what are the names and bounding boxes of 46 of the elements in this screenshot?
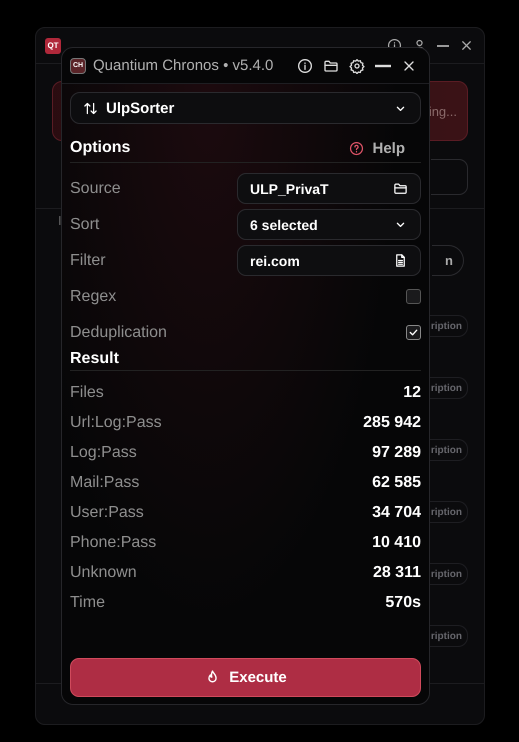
section-title: Options	[70, 139, 130, 157]
result-label: Files	[70, 384, 104, 402]
execute-button[interactable]: Execute	[70, 658, 421, 697]
minimize-icon[interactable]	[437, 44, 449, 46]
option-label: Filter	[70, 252, 106, 270]
result-value: 570s	[385, 594, 421, 612]
result-value: 12	[403, 384, 421, 402]
folder-icon	[393, 181, 408, 196]
filter-field[interactable]: rei.com	[237, 245, 421, 276]
result-value: 34 704	[372, 504, 421, 522]
result-label: Time	[70, 594, 105, 612]
help-button[interactable]: Help	[349, 140, 421, 156]
document-icon	[393, 253, 408, 268]
close-icon	[459, 38, 474, 53]
section-label: I	[58, 213, 62, 228]
app-logo: QT	[45, 38, 61, 54]
option-label: Deduplication	[70, 324, 167, 342]
folder-icon	[323, 58, 339, 74]
result-label: Mail:Pass	[70, 474, 140, 492]
sort-dropdown[interactable]: 6 selected	[237, 209, 421, 240]
source-field[interactable]: ULP_PrivaT	[237, 173, 421, 204]
checkbox[interactable]	[406, 289, 421, 304]
option-label: Regex	[70, 288, 116, 306]
sort-arrows-icon	[83, 100, 98, 116]
window-title: Quantium Chronos • v5.4.0	[93, 57, 274, 74]
check-icon	[408, 327, 419, 338]
result-label: Phone:Pass	[70, 534, 156, 552]
result-value: 28 311	[372, 564, 421, 582]
option-label: Sort	[70, 216, 100, 234]
result-label: Log:Pass	[70, 444, 137, 462]
help-icon	[349, 140, 364, 156]
module-dropdown[interactable]: UlpSorter	[70, 92, 421, 124]
input-field[interactable]	[431, 159, 468, 195]
result-value: 97 289	[372, 444, 421, 462]
settings-icon	[349, 58, 365, 74]
result-value: 10 410	[372, 534, 421, 552]
result-label: Unknown	[70, 564, 137, 582]
result-value: 62 585	[372, 474, 421, 492]
result-value: 285 942	[363, 414, 421, 432]
checkbox[interactable]	[406, 325, 421, 340]
action-button[interactable]: n	[432, 245, 464, 276]
section-title: Result	[70, 350, 119, 368]
option-label: Source	[70, 180, 121, 198]
result-label: User:Pass	[70, 504, 144, 522]
result-label: Url:Log:Pass	[70, 414, 162, 432]
info-icon	[297, 58, 313, 74]
